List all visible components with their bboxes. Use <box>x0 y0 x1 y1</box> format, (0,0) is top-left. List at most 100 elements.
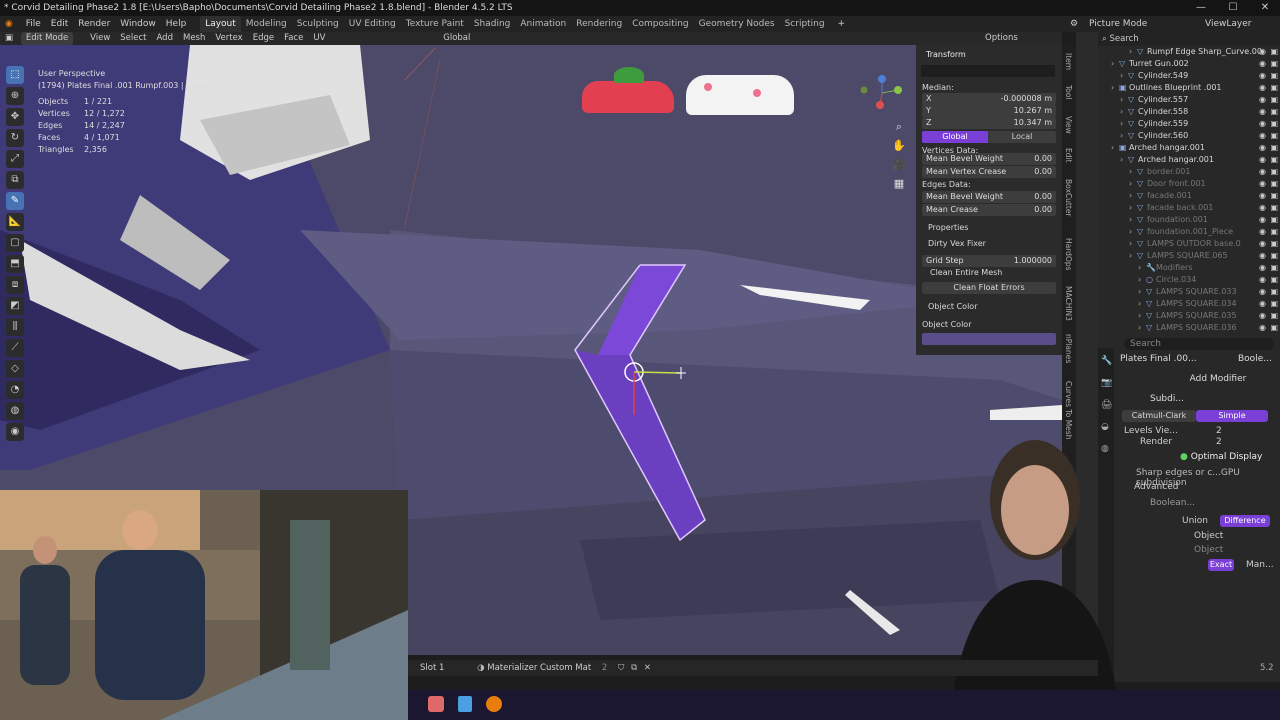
scene-icon[interactable]: ⚙ <box>1070 16 1078 32</box>
expand-arrow-icon[interactable]: › <box>1120 106 1128 118</box>
visibility-eye-icon[interactable]: ◉ <box>1259 46 1266 58</box>
visibility-eye-icon[interactable]: ◉ <box>1259 178 1266 190</box>
expand-arrow-icon[interactable]: › <box>1129 166 1137 178</box>
expand-arrow-icon[interactable]: › <box>1111 82 1119 94</box>
tool-tab-icon[interactable]: 🔧 <box>1101 356 1112 366</box>
levels-viewport-value[interactable]: 2 <box>1216 426 1222 436</box>
cursor-icon[interactable]: ⊕ <box>6 87 24 105</box>
sidebar-tab-machin3[interactable]: MACHIN3 <box>1064 286 1073 321</box>
viewport-menu-edge[interactable]: Edge <box>248 32 279 45</box>
outliner-row[interactable]: › ▽ Cylinder.558 ◉ ▣ <box>1098 106 1280 118</box>
knife-icon[interactable]: ⟋ <box>6 339 24 357</box>
render-camera-icon[interactable]: ▣ <box>1270 142 1278 154</box>
outliner-row[interactable]: › ▽ facade back.001 ◉ ▣ <box>1098 202 1280 214</box>
visibility-eye-icon[interactable]: ◉ <box>1259 262 1266 274</box>
operand-object-field[interactable]: Object <box>1194 545 1223 555</box>
viewport-menu-vertex[interactable]: Vertex <box>210 32 247 45</box>
difference-button[interactable]: Difference <box>1220 515 1270 527</box>
workspace-tab-animation[interactable]: Animation <box>515 16 571 32</box>
add-cube-icon[interactable]: ▢ <box>6 234 24 252</box>
visibility-eye-icon[interactable]: ◉ <box>1259 70 1266 82</box>
duplicate-material-icon[interactable]: ⧉ <box>631 663 637 673</box>
render-camera-icon[interactable]: ▣ <box>1270 82 1278 94</box>
expand-arrow-icon[interactable]: › <box>1120 70 1128 82</box>
material-slot-select[interactable]: Slot 1 <box>420 663 444 673</box>
render-camera-icon[interactable]: ▣ <box>1270 274 1278 286</box>
render-camera-icon[interactable]: ▣ <box>1270 178 1278 190</box>
visibility-eye-icon[interactable]: ◉ <box>1259 226 1266 238</box>
outliner-row[interactable]: › ▽ border.001 ◉ ▣ <box>1098 166 1280 178</box>
visibility-eye-icon[interactable]: ◉ <box>1259 142 1266 154</box>
grid-step-field[interactable]: Grid Step 1.000000 <box>922 255 1056 267</box>
visibility-eye-icon[interactable]: ◉ <box>1259 94 1266 106</box>
menu-edit[interactable]: Edit <box>46 16 73 32</box>
select-box-icon[interactable]: ⬚ <box>6 66 24 84</box>
properties-search[interactable]: Search <box>1124 338 1274 350</box>
options-button[interactable]: Options <box>980 32 1023 45</box>
render-camera-icon[interactable]: ▣ <box>1270 46 1278 58</box>
visibility-eye-icon[interactable]: ◉ <box>1259 250 1266 262</box>
dirty-vex-fixer-subpanel[interactable]: Dirty Vex Fixer <box>928 239 986 248</box>
advanced-subpanel[interactable]: Advanced <box>1134 482 1178 492</box>
grid-icon[interactable]: ▦ <box>892 174 906 193</box>
subdivision-modifier-name[interactable]: Subdi... <box>1150 394 1184 404</box>
median-z-field[interactable]: Z 10.347 m <box>922 117 1056 129</box>
object-color-swatch[interactable] <box>922 333 1056 345</box>
expand-arrow-icon[interactable]: › <box>1111 58 1119 70</box>
expand-arrow-icon[interactable]: › <box>1120 118 1128 130</box>
render-camera-icon[interactable]: ▣ <box>1270 118 1278 130</box>
manifold-button[interactable]: Man... <box>1246 560 1274 570</box>
outliner-row[interactable]: › ▽ foundation.001 ◉ ▣ <box>1098 214 1280 226</box>
workspace-tab-rendering[interactable]: Rendering <box>571 16 627 32</box>
render-camera-icon[interactable]: ▣ <box>1270 286 1278 298</box>
workspace-tab-sculpting[interactable]: Sculpting <box>292 16 344 32</box>
outliner-row[interactable]: › ▽ LAMPS SQUARE.034 ◉ ▣ <box>1098 298 1280 310</box>
maximize-button[interactable]: ☐ <box>1218 0 1248 16</box>
material-name[interactable]: Materializer Custom Mat <box>487 663 591 673</box>
visibility-eye-icon[interactable]: ◉ <box>1259 190 1266 202</box>
transform-orientation-select[interactable]: Global <box>438 32 475 45</box>
outliner-row[interactable]: › ▽ Cylinder.549 ◉ ▣ <box>1098 70 1280 82</box>
visibility-eye-icon[interactable]: ◉ <box>1259 286 1266 298</box>
expand-arrow-icon[interactable]: › <box>1129 214 1137 226</box>
outliner-row[interactable]: › ▽ facade.001 ◉ ▣ <box>1098 190 1280 202</box>
viewport-menu-uv[interactable]: UV <box>308 32 330 45</box>
expand-arrow-icon[interactable]: › <box>1138 262 1146 274</box>
outliner-row[interactable]: › ▽ Cylinder.560 ◉ ▣ <box>1098 130 1280 142</box>
outliner-row[interactable]: › ▽ Cylinder.559 ◉ ▣ <box>1098 118 1280 130</box>
render-camera-icon[interactable]: ▣ <box>1270 154 1278 166</box>
shrink-icon[interactable]: ◉ <box>6 423 24 441</box>
minimize-button[interactable]: — <box>1186 0 1216 16</box>
move-icon[interactable]: ✥ <box>6 108 24 126</box>
inset-icon[interactable]: ⧈ <box>6 276 24 294</box>
render-camera-icon[interactable]: ▣ <box>1270 94 1278 106</box>
global-toggle[interactable]: Global <box>922 131 988 143</box>
visibility-eye-icon[interactable]: ◉ <box>1259 154 1266 166</box>
outliner-row[interactable]: › ▽ LAMPS SQUARE.035 ◉ ▣ <box>1098 310 1280 322</box>
smooth-icon[interactable]: ◍ <box>6 402 24 420</box>
expand-arrow-icon[interactable]: › <box>1129 250 1137 262</box>
expand-arrow-icon[interactable]: › <box>1120 130 1128 142</box>
visibility-eye-icon[interactable]: ◉ <box>1259 202 1266 214</box>
extrude-icon[interactable]: ⬒ <box>6 255 24 273</box>
boolean-modifier-name[interactable]: Boolean... <box>1150 498 1195 508</box>
transform-icon[interactable]: ⧉ <box>6 171 24 189</box>
render-camera-icon[interactable]: ▣ <box>1270 214 1278 226</box>
workspace-tab-uv-editing[interactable]: UV Editing <box>344 16 401 32</box>
pan-hand-icon[interactable]: ✋ <box>892 136 906 155</box>
render-camera-icon[interactable]: ▣ <box>1270 322 1278 332</box>
render-tab-icon[interactable]: 📷 <box>1101 378 1112 388</box>
notepad-icon[interactable] <box>458 696 472 712</box>
expand-arrow-icon[interactable]: › <box>1129 226 1137 238</box>
visibility-eye-icon[interactable]: ◉ <box>1259 130 1266 142</box>
local-toggle[interactable]: Local <box>988 131 1056 143</box>
outliner-row[interactable]: › ○ Circle.034 ◉ ▣ <box>1098 274 1280 286</box>
close-button[interactable]: ✕ <box>1250 0 1280 16</box>
clean-entire-mesh-checkbox[interactable]: Clean Entire Mesh <box>930 268 1002 277</box>
outliner-row[interactable]: › ▽ LAMPS SQUARE.065 ◉ ▣ <box>1098 250 1280 262</box>
workspace-tab-layout[interactable]: Layout <box>200 16 241 32</box>
expand-arrow-icon[interactable]: › <box>1138 274 1146 286</box>
properties-subpanel[interactable]: Properties <box>928 223 968 232</box>
sidebar-tab-boxcutter[interactable]: BoxCutter <box>1064 179 1073 217</box>
sidebar-tab-edit[interactable]: Edit <box>1064 148 1073 163</box>
